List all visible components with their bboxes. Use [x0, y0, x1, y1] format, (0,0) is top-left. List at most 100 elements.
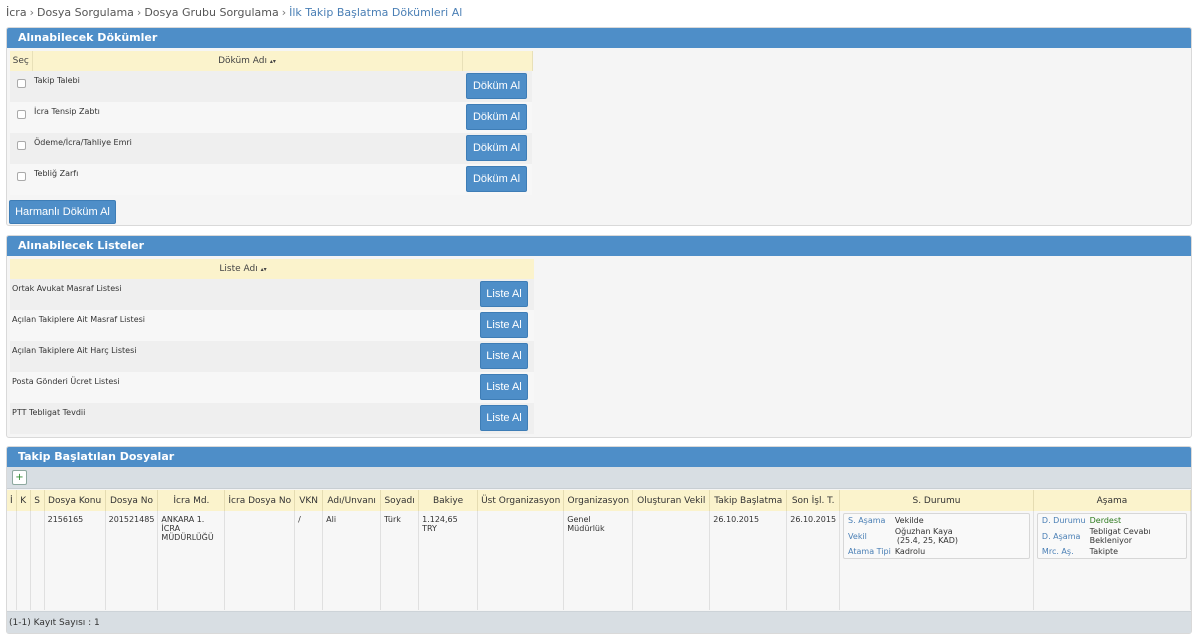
cell-soyadi: Türk: [380, 511, 420, 610]
export-excel-icon[interactable]: +: [12, 470, 27, 485]
document-name: Ödeme/İcra/Tahliye Emri: [32, 133, 462, 164]
col-s-durumu: S. Durumu: [839, 490, 1034, 511]
cell-olusturan: [632, 511, 711, 610]
table-row: Tebliğ Zarfı Döküm Al: [10, 164, 532, 195]
d-asama-value: Tebligat Cevabı Bekleniyor: [1089, 527, 1151, 545]
cell-bakiye: 1.124,65 TRY: [418, 511, 479, 610]
table-row: Ödeme/İcra/Tahliye Emri Döküm Al: [10, 133, 532, 164]
list-name: Açılan Takiplere Ait Masraf Listesi: [10, 310, 476, 341]
col-icra-dosya-no: İcra Dosya No: [224, 490, 296, 511]
vekil-label: Vekil: [848, 531, 867, 541]
cell-ust-org: [477, 511, 565, 610]
get-document-button[interactable]: Döküm Al: [466, 104, 527, 130]
record-count: (1-1) Kayıt Sayısı : 1: [7, 611, 1191, 633]
breadcrumb-item-dosya-grubu[interactable]: Dosya Grubu Sorgulama: [144, 6, 278, 19]
col-list-name[interactable]: Liste Adı ▴▾: [10, 259, 476, 279]
breadcrumb-item-icra[interactable]: İcra: [6, 6, 27, 19]
s-asama-value: Vekilde: [894, 516, 924, 525]
table-row: Açılan Takiplere Ait Harç Listesi Liste …: [10, 341, 534, 372]
mrc-asama-label: Mrc. Aş.: [1041, 547, 1074, 556]
atama-tipi-label: Atama Tipi: [848, 547, 891, 556]
asama-box: D. Durumu Derdest D. Aşama Tebligat Cevabı…: [1036, 513, 1187, 559]
cell-asama: D. Durumu Derdest D. Aşama Tebligat Cevabı…: [1033, 511, 1192, 610]
sort-icon: ▴▾: [269, 58, 276, 65]
col-org: Organizasyon: [563, 490, 634, 511]
cell-org: Genel Müdürlük: [563, 511, 634, 610]
col-adi: Adı/Unvanı: [322, 490, 382, 511]
list-name: Ortak Avukat Masraf Listesi: [10, 279, 476, 310]
breadcrumb-separator-icon: ›: [136, 6, 142, 19]
get-document-button[interactable]: Döküm Al: [466, 166, 527, 192]
select-checkbox[interactable]: [16, 141, 26, 150]
d-durumu-value: Derdest: [1089, 516, 1122, 525]
files-toolbar: +: [7, 467, 1191, 489]
lists-table: Liste Adı ▴▾ Ortak Avukat Masraf Listesi…: [10, 259, 534, 434]
files-table: İ K S Dosya Konu Dosya No İcra Md. İcra …: [7, 490, 1192, 610]
vekil-value: Oğuzhan Kaya: [894, 527, 953, 536]
breadcrumb-current: İlk Takip Başlatma Dökümleri Al: [289, 6, 463, 19]
breadcrumb-item-dosya-sorgulama[interactable]: Dosya Sorgulama: [37, 6, 134, 19]
cell-s-durumu: S. Aşama Vekilde Vekil Oğuzhan Kaya (25.4, …: [839, 511, 1034, 610]
col-select: Seç: [10, 51, 33, 71]
col-document-name[interactable]: Döküm Adı ▴▾: [32, 51, 463, 71]
vekil-detail: (25.4, 25, KAD): [896, 536, 958, 545]
select-checkbox[interactable]: [16, 79, 26, 88]
cell-dosya-konu: 2156165: [44, 511, 106, 610]
col-dosya-no: Dosya No: [105, 490, 159, 511]
s-asama-label: S. Aşama: [848, 516, 886, 525]
lists-panel: Alınabilecek Listeler Liste Adı ▴▾ Ortak…: [6, 235, 1192, 438]
select-checkbox[interactable]: [16, 110, 26, 119]
files-header-row: İ K S Dosya Konu Dosya No İcra Md. İcra …: [7, 490, 1192, 511]
get-list-button[interactable]: Liste Al: [480, 281, 528, 307]
col-i: İ: [7, 490, 17, 511]
mrc-asama-value: Takipte: [1089, 547, 1119, 556]
breadcrumb: İcra › Dosya Sorgulama › Dosya Grubu Sorgula…: [6, 6, 462, 19]
cell-adi: Ali: [322, 511, 382, 610]
table-row: Posta Gönderi Ücret Listesi Liste Al: [10, 372, 534, 403]
document-name: İcra Tensip Zabtı: [32, 102, 462, 133]
table-row: Ortak Avukat Masraf Listesi Liste Al: [10, 279, 534, 310]
col-soyadi: Soyadı: [380, 490, 420, 511]
document-name: Takip Talebi: [32, 71, 462, 102]
col-son-isl: Son İşl. T.: [786, 490, 841, 511]
d-asama-label: D. Aşama: [1041, 531, 1081, 541]
table-row: İcra Tensip Zabtı Döküm Al: [10, 102, 532, 133]
merged-document-button[interactable]: Harmanlı Döküm Al: [9, 200, 116, 224]
get-document-button[interactable]: Döküm Al: [466, 135, 527, 161]
cell-son-isl: 26.10.2015: [786, 511, 841, 610]
table-row: Açılan Takiplere Ait Masraf Listesi List…: [10, 310, 534, 341]
cell-icra-md: ANKARA 1. İCRA MÜDÜRLÜĞÜ: [157, 511, 226, 610]
breadcrumb-separator-icon: ›: [29, 6, 34, 19]
d-durumu-label: D. Durumu: [1041, 516, 1086, 525]
col-olusturan: Oluşturan Vekil: [632, 490, 711, 511]
documents-table: Seç Döküm Adı ▴▾ Takip Talebi Döküm Al İ…: [10, 51, 533, 195]
table-row: Takip Talebi Döküm Al: [10, 71, 532, 102]
atama-tipi-value: Kadrolu: [894, 547, 926, 556]
cell-vkn: /: [294, 511, 324, 610]
documents-panel: Alınabilecek Dökümler Seç Döküm Adı ▴▾ T…: [6, 27, 1192, 226]
cell-takip-baslatma: 26.10.2015: [709, 511, 788, 610]
get-list-button[interactable]: Liste Al: [480, 374, 528, 400]
breadcrumb-separator-icon: ›: [281, 6, 287, 19]
lists-panel-title: Alınabilecek Listeler: [7, 236, 1191, 256]
col-takip-baslatma: Takip Başlatma: [709, 490, 788, 511]
select-checkbox[interactable]: [16, 172, 26, 181]
get-list-button[interactable]: Liste Al: [480, 405, 528, 431]
files-panel-title: Takip Başlatılan Dosyalar: [7, 447, 1191, 467]
table-row[interactable]: 2156165 201521485 ANKARA 1. İCRA MÜDÜRLÜ…: [7, 511, 1192, 610]
document-name: Tebliğ Zarfı: [32, 164, 462, 195]
col-icra-md: İcra Md.: [157, 490, 226, 511]
cell-icra-dosya-no: [224, 511, 296, 610]
list-name: Açılan Takiplere Ait Harç Listesi: [10, 341, 476, 372]
get-list-button[interactable]: Liste Al: [480, 343, 528, 369]
get-list-button[interactable]: Liste Al: [480, 312, 528, 338]
col-bakiye: Bakiye: [418, 490, 479, 511]
col-action: [462, 51, 533, 71]
get-document-button[interactable]: Döküm Al: [466, 73, 527, 99]
col-action: [476, 259, 534, 279]
sort-icon: ▴▾: [260, 266, 267, 273]
s-durumu-box: S. Aşama Vekilde Vekil Oğuzhan Kaya (25.4, …: [843, 513, 1030, 559]
files-panel: Takip Başlatılan Dosyalar + İ K S Dosya …: [6, 446, 1192, 634]
col-s: S: [30, 490, 45, 511]
cell-dosya-no: 201521485: [105, 511, 159, 610]
